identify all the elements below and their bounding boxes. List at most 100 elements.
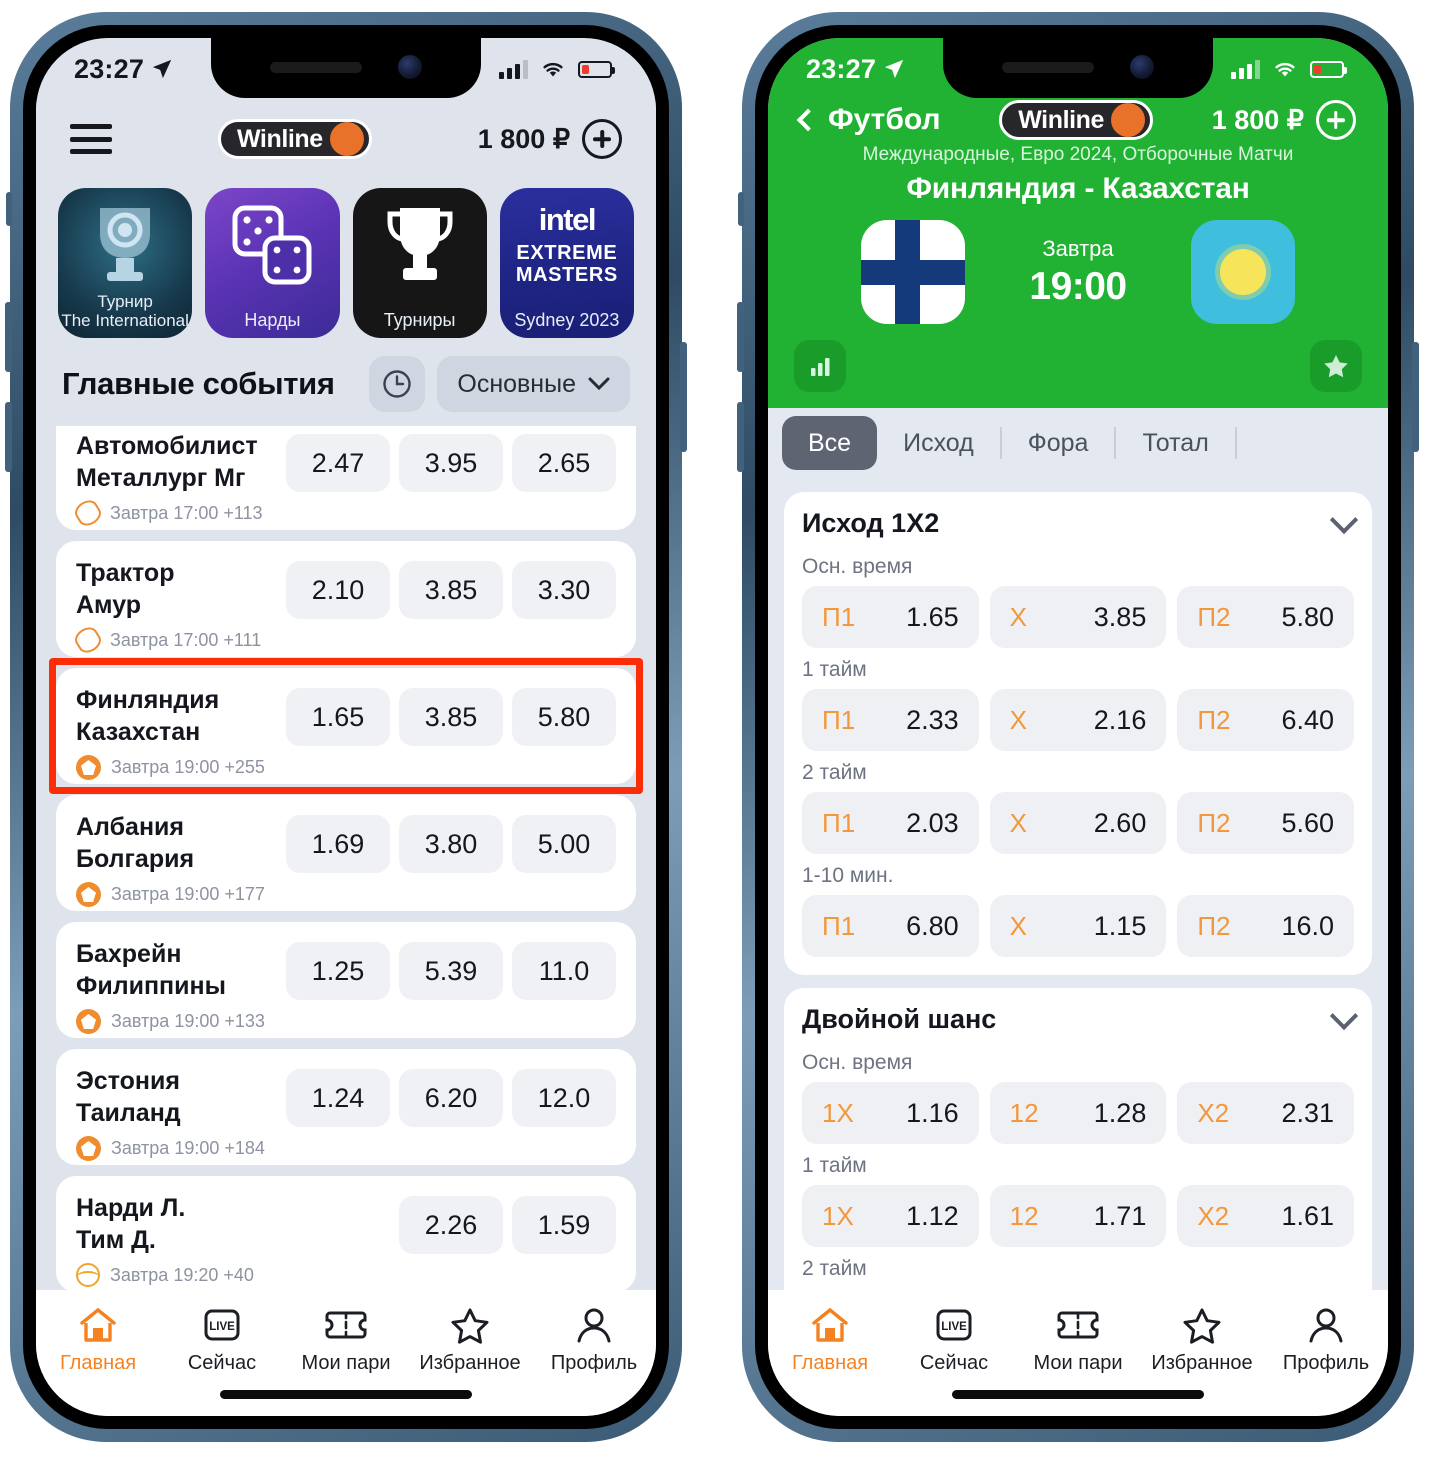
bar-chart-icon[interactable] <box>794 340 846 392</box>
tab-live[interactable]: LIVE Сейчас <box>160 1306 284 1375</box>
table-row[interactable]: Нарди Л. Тим Д. Завтра 19:20 +40 2.26 1.… <box>56 1176 636 1290</box>
bet-key: X <box>1009 704 1028 735</box>
bet-button[interactable]: 1X 1.16 <box>802 1082 979 1144</box>
tab-my-bets[interactable]: Мои пари <box>1016 1306 1140 1375</box>
odd-button[interactable]: 5.39 <box>399 942 503 1000</box>
table-row[interactable]: Албания Болгария Завтра 19:00 +177 1.69 … <box>56 795 636 911</box>
tab-my-bets[interactable]: Мои пари <box>284 1306 408 1375</box>
market-group-label: 1 тайм <box>802 658 867 681</box>
kazakhstan-flag-icon <box>1190 220 1295 324</box>
bet-row[interactable]: 1X 1.12 12 1.71 X2 1.61 <box>802 1185 1355 1247</box>
bet-button[interactable]: X 2.60 <box>989 792 1167 854</box>
odd-button[interactable]: 1.24 <box>286 1069 390 1127</box>
bet-button[interactable]: П1 1.65 <box>802 586 979 648</box>
odd-button[interactable]: 1.59 <box>512 1196 616 1254</box>
tab-total[interactable]: Тотал <box>1116 416 1234 470</box>
balance-area[interactable]: 1 800 ₽ <box>1212 100 1356 140</box>
tab-live[interactable]: LIVE Сейчас <box>892 1306 1016 1375</box>
screen-home: 23:27 Winline 1 800 ₽ Турнир The Interna… <box>36 38 656 1416</box>
plus-circle-icon[interactable] <box>582 119 622 159</box>
bet-row[interactable]: П1 2.33 X 2.16 П2 6.40 <box>802 689 1355 751</box>
hamburger-menu-icon[interactable] <box>70 124 112 154</box>
chevron-down-icon[interactable] <box>1329 1001 1359 1030</box>
odd-button[interactable]: 6.20 <box>399 1069 503 1127</box>
bet-row[interactable]: П1 6.80 X 1.15 П2 16.0 <box>802 895 1355 957</box>
bet-row[interactable]: П1 1.65 X 3.85 П2 5.80 <box>802 586 1355 648</box>
odd-button[interactable]: 3.30 <box>512 561 616 619</box>
bet-button[interactable]: X 2.16 <box>989 689 1167 751</box>
chevron-down-icon[interactable] <box>1329 505 1359 534</box>
bet-button[interactable]: 12 1.71 <box>989 1185 1167 1247</box>
tab-outcome[interactable]: Исход <box>877 416 1000 470</box>
bet-button[interactable]: X 1.15 <box>989 895 1167 957</box>
market-group-label: 1 тайм <box>802 1154 867 1177</box>
markets-list[interactable]: Исход 1X2 Осн. время П1 1.65 X 3.85 П2 5… <box>768 478 1388 1290</box>
odd-button[interactable]: 3.85 <box>399 561 503 619</box>
events-list[interactable]: Автомобилист Металлург Мг Завтра 17:00 +… <box>36 426 656 1290</box>
filter-dropdown[interactable]: Основные <box>437 356 630 412</box>
phone-notch <box>943 38 1213 98</box>
bet-button[interactable]: П2 6.40 <box>1177 689 1355 751</box>
bet-button[interactable]: X2 1.61 <box>1177 1185 1355 1247</box>
odd-button[interactable]: 12.0 <box>512 1069 616 1127</box>
winline-logo[interactable]: Winline <box>217 119 372 159</box>
odd-button[interactable]: 11.0 <box>512 942 616 1000</box>
odd-button[interactable]: 1.69 <box>286 815 390 873</box>
tab-all[interactable]: Все <box>782 416 878 470</box>
odd-button[interactable]: 1.65 <box>286 688 390 746</box>
tab-profile[interactable]: Профиль <box>1264 1306 1388 1375</box>
plus-circle-icon[interactable] <box>1315 100 1356 140</box>
bet-button[interactable]: X 3.85 <box>989 586 1167 648</box>
bet-button[interactable]: П1 2.03 <box>802 792 979 854</box>
bet-button[interactable]: П2 5.80 <box>1177 586 1355 648</box>
promo-card-iem[interactable]: intel EXTREME MASTERS Sydney 2023 <box>499 188 634 338</box>
promo-card-the-international[interactable]: Турнир The International <box>58 188 193 338</box>
tab-home[interactable]: Главная <box>36 1306 160 1375</box>
odd-button[interactable]: 3.95 <box>399 434 503 492</box>
table-row-highlighted[interactable]: Финляндия Казахстан Завтра 19:00 +255 1.… <box>49 658 643 794</box>
bet-button[interactable]: П1 6.80 <box>802 895 979 957</box>
table-row[interactable]: Бахрейн Филиппины Завтра 19:00 +133 1.25… <box>56 922 636 1038</box>
odd-button[interactable]: 2.10 <box>286 561 390 619</box>
promo-card-nardy[interactable]: Нарды <box>205 188 340 338</box>
tab-favorites[interactable]: Избранное <box>1140 1306 1264 1375</box>
odd-button[interactable]: 3.80 <box>399 815 503 873</box>
tab-home[interactable]: Главная <box>768 1306 892 1375</box>
star-filled-icon[interactable] <box>1310 340 1362 392</box>
bet-row[interactable]: 1X 1.16 12 1.28 X2 2.31 <box>802 1082 1355 1144</box>
cellular-signal-icon <box>1231 59 1260 79</box>
bet-button[interactable]: П1 2.33 <box>802 689 979 751</box>
bet-value: 5.60 <box>1281 807 1335 838</box>
odd-button[interactable]: 5.80 <box>512 688 616 746</box>
filter-label: Основные <box>457 369 576 398</box>
phone-right: 23:27 Футбол Winline 1 800 ₽ Международн… <box>737 12 1419 1442</box>
balance-area[interactable]: 1 800 ₽ <box>478 119 622 159</box>
promo-carousel[interactable]: Турнир The International Нарды Турниры i… <box>36 178 656 352</box>
event-meta: Завтра 19:00 +177 <box>111 884 265 904</box>
table-row[interactable]: Трактор Амур Завтра 17:00 +111 2.10 3.85… <box>56 541 636 657</box>
bet-button[interactable]: 12 1.28 <box>989 1082 1167 1144</box>
table-row[interactable]: Автомобилист Металлург Мг Завтра 17:00 +… <box>56 426 636 530</box>
odd-button[interactable]: 1.25 <box>286 942 390 1000</box>
market-tabs[interactable]: Все Исход Фора Тотал <box>768 408 1388 478</box>
tab-handicap[interactable]: Фора <box>1002 416 1115 470</box>
tab-profile[interactable]: Профиль <box>532 1306 656 1375</box>
back-button[interactable]: Футбол <box>796 103 941 137</box>
table-row[interactable]: Эстония Таиланд Завтра 19:00 +184 1.24 6… <box>56 1049 636 1165</box>
odd-button[interactable]: 3.85 <box>399 688 503 746</box>
tab-favorites[interactable]: Избранное <box>408 1306 532 1375</box>
bet-key: П1 <box>822 601 856 632</box>
bet-button[interactable]: П2 5.60 <box>1177 792 1355 854</box>
bet-button[interactable]: П2 16.0 <box>1177 895 1355 957</box>
winline-logo[interactable]: Winline <box>999 100 1154 140</box>
bet-button[interactable]: 1X 1.12 <box>802 1185 979 1247</box>
odd-button[interactable]: 2.26 <box>399 1196 503 1254</box>
odd-button[interactable]: 2.47 <box>286 434 390 492</box>
bet-row[interactable]: П1 2.03 X 2.60 П2 5.60 <box>802 792 1355 854</box>
odd-button[interactable]: 5.00 <box>512 815 616 873</box>
clock-icon[interactable] <box>369 356 426 412</box>
bet-button[interactable]: X2 2.31 <box>1177 1082 1355 1144</box>
odd-button[interactable]: 2.65 <box>512 434 616 492</box>
bet-value: 2.33 <box>906 704 959 735</box>
promo-card-tournaments[interactable]: Турниры <box>352 188 487 338</box>
